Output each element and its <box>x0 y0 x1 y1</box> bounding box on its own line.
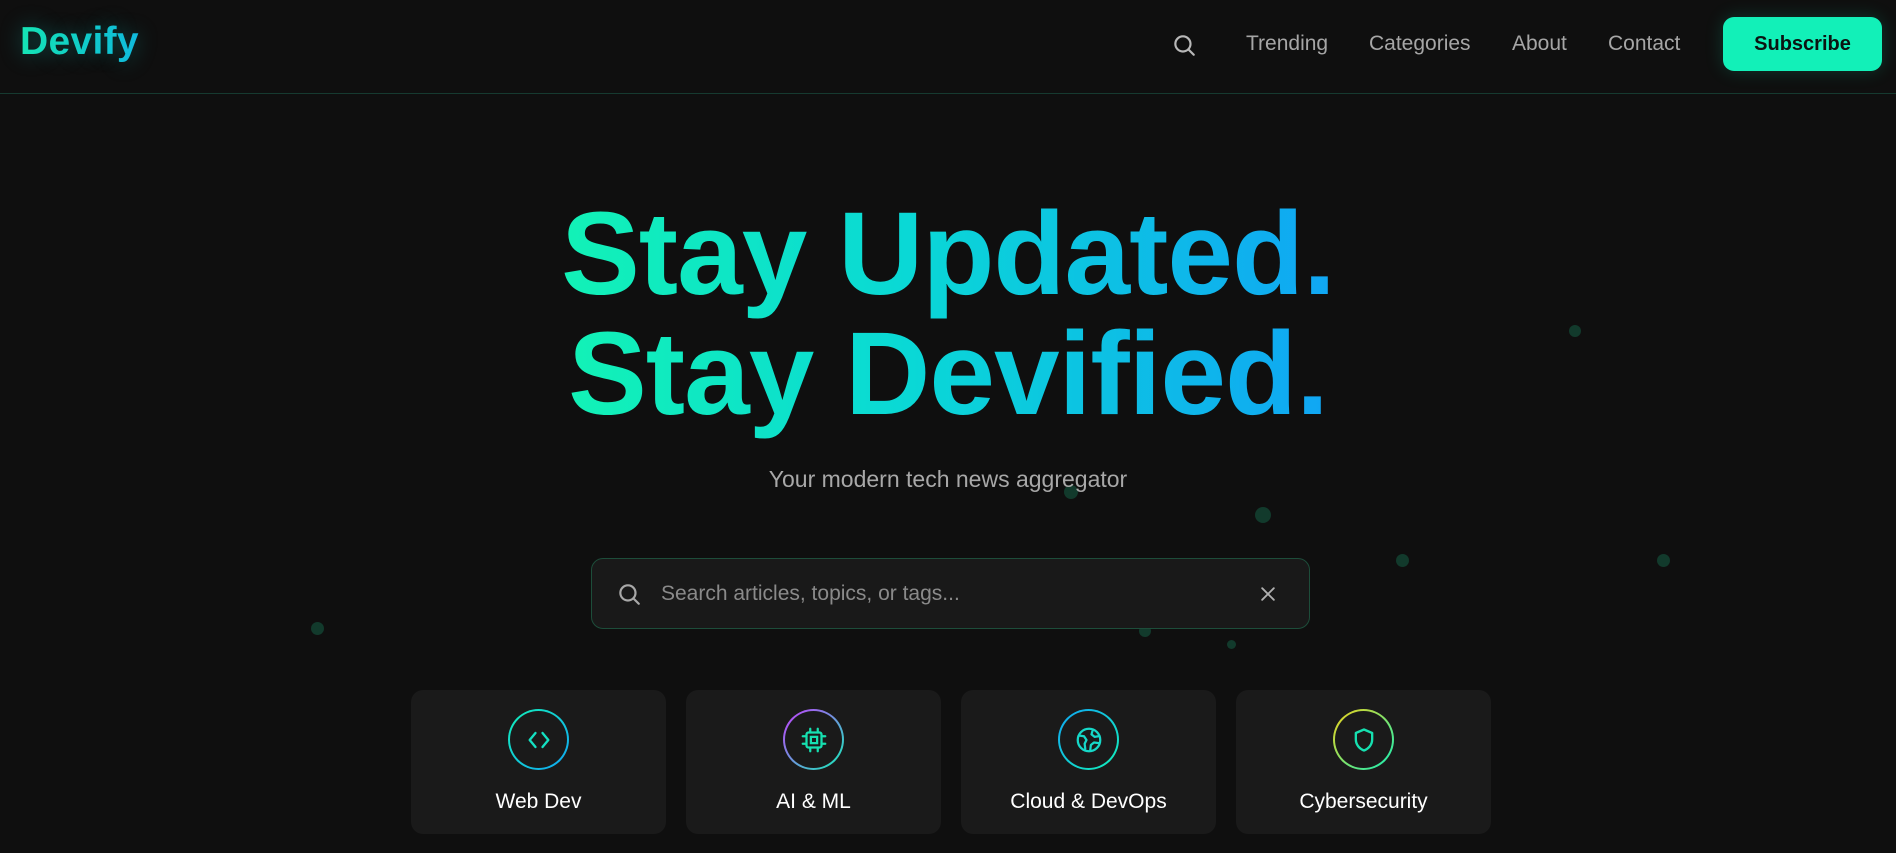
hero-title-line-2: Stay Devified. <box>568 308 1329 440</box>
nav-link-about[interactable]: About <box>1512 30 1567 58</box>
hero-title-line-1: Stay Updated. <box>561 188 1336 320</box>
shield-icon <box>1354 727 1373 752</box>
search-icon <box>1174 35 1195 56</box>
nav-link-contact[interactable]: Contact <box>1608 30 1680 58</box>
decorative-dot <box>1227 640 1236 649</box>
search-input[interactable] <box>661 575 1221 613</box>
top-navbar: Devify Trending Categories About Contact… <box>0 0 1896 94</box>
decorative-dot <box>1255 507 1271 523</box>
code-icon <box>528 731 549 748</box>
category-card-ai-ml[interactable]: AI & ML <box>686 690 941 834</box>
logo[interactable]: Devify <box>20 20 139 64</box>
decorative-dot <box>1396 554 1409 567</box>
search-bar <box>591 558 1310 629</box>
globe-network-icon <box>1076 727 1101 752</box>
nav-link-trending[interactable]: Trending <box>1246 30 1328 58</box>
category-label: Web Dev <box>495 790 582 813</box>
category-icon-ring <box>1333 709 1394 770</box>
nav-search-button[interactable] <box>1169 30 1199 60</box>
decorative-dot <box>1657 554 1670 567</box>
close-icon <box>1261 587 1275 601</box>
decorative-dot <box>311 622 324 635</box>
category-card-cybersecurity[interactable]: Cybersecurity <box>1236 690 1491 834</box>
category-icon-ring <box>783 709 844 770</box>
category-label: Cybersecurity <box>1299 790 1428 813</box>
subscribe-button[interactable]: Subscribe <box>1723 17 1882 71</box>
category-label: Cloud & DevOps <box>1010 790 1167 813</box>
clear-search-button[interactable] <box>1251 579 1285 609</box>
category-card-web-dev[interactable]: Web Dev <box>411 690 666 834</box>
hero-subtitle: Your modern tech news aggregator <box>768 466 1128 492</box>
cpu-chip-icon <box>801 727 826 752</box>
nav-link-categories[interactable]: Categories <box>1369 30 1471 58</box>
category-card-cloud-devops[interactable]: Cloud & DevOps <box>961 690 1216 834</box>
category-label: AI & ML <box>776 790 851 813</box>
category-icon-ring <box>508 709 569 770</box>
search-icon <box>619 584 640 605</box>
category-icon-ring <box>1058 709 1119 770</box>
